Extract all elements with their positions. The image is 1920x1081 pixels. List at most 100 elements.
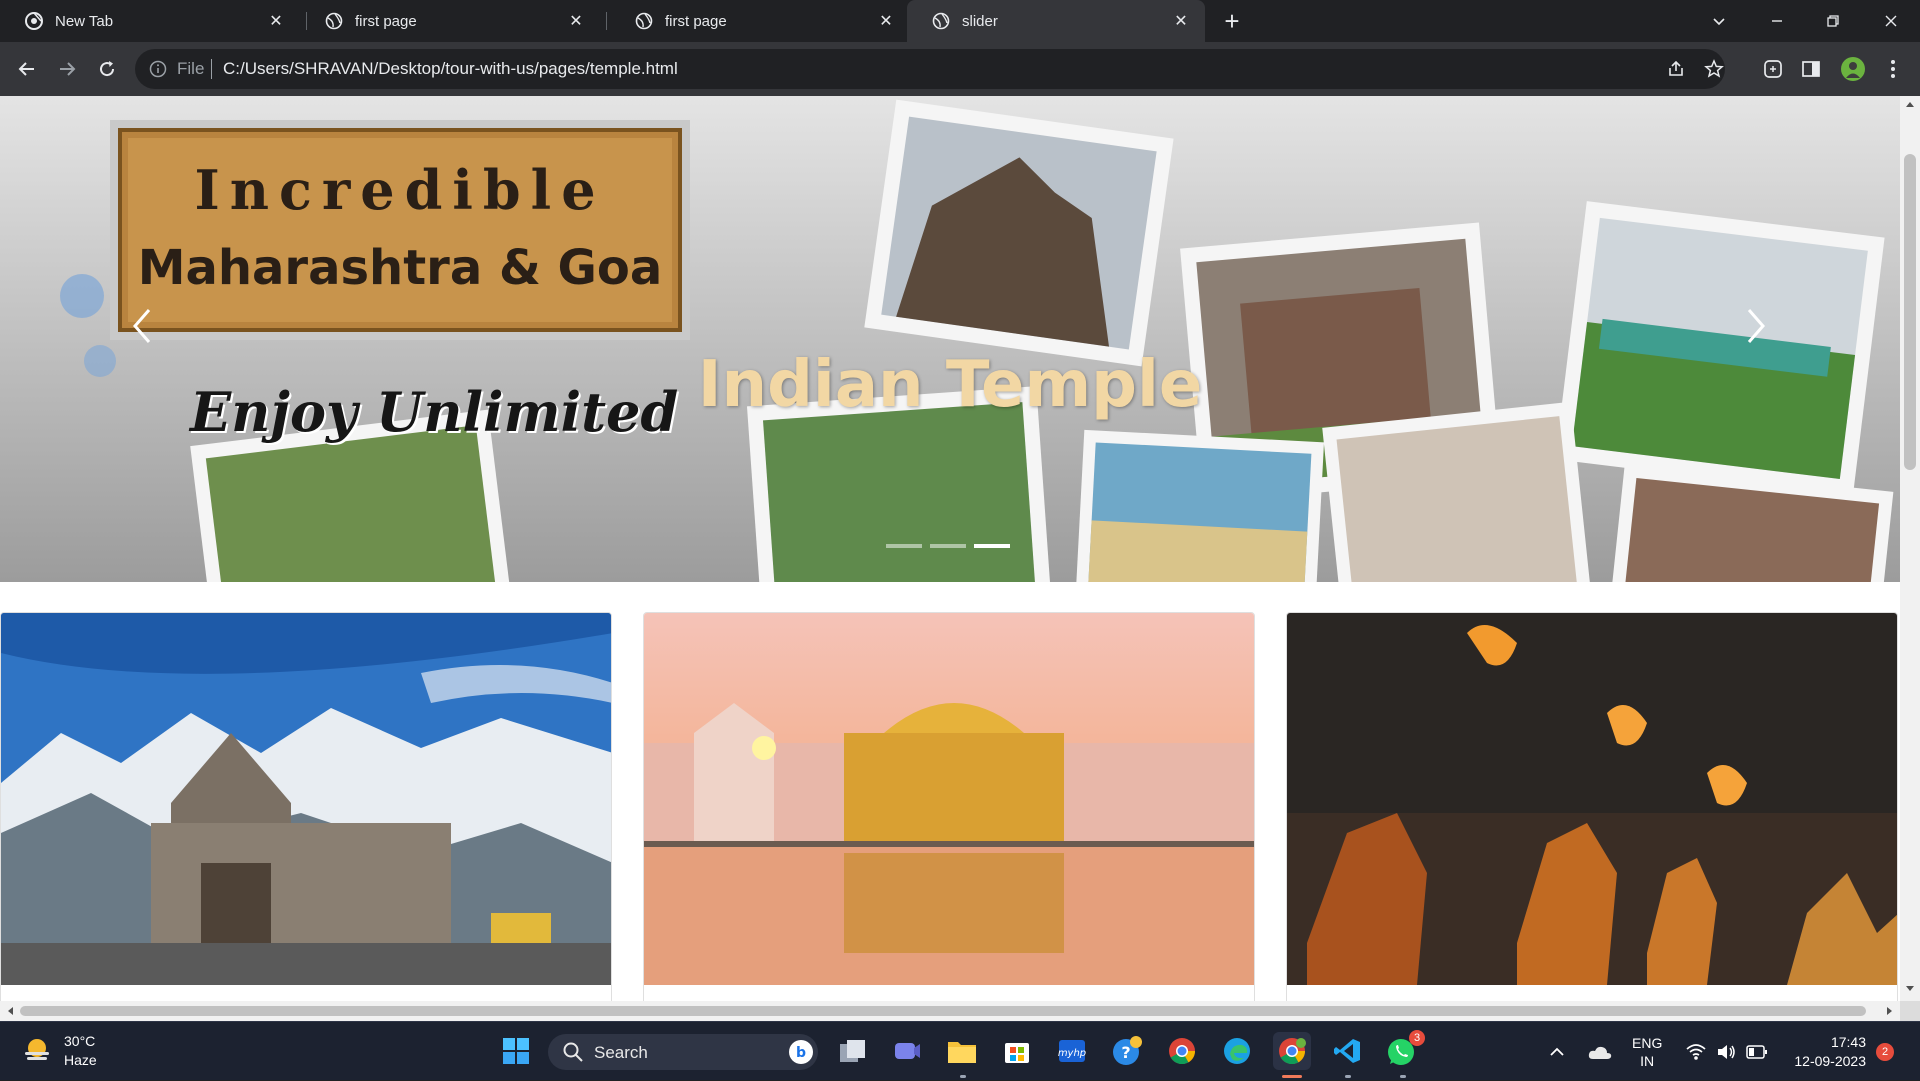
language-lang: ENG	[1632, 1034, 1663, 1051]
tab-first-page-2[interactable]: first page ✕	[610, 0, 910, 42]
chrome-taskbar-icon[interactable]	[1163, 1032, 1201, 1070]
language-indicator[interactable]: ENG IN	[1632, 1022, 1662, 1081]
omnibox-separator	[211, 59, 212, 79]
temple-card-ganga-aarti[interactable]	[1286, 612, 1898, 1012]
language-region: IN	[1640, 1052, 1655, 1069]
bing-icon[interactable]: b	[788, 1039, 814, 1065]
task-view-icon[interactable]	[834, 1032, 872, 1070]
onedrive-icon[interactable]	[1588, 1022, 1612, 1081]
temple-card-golden-temple[interactable]	[643, 612, 1255, 1012]
myhp-icon[interactable]: myhp	[1053, 1032, 1091, 1070]
tab-separator	[606, 12, 607, 30]
carousel: Incredible Maharashtra & Goa Enjoy Unlim…	[0, 96, 1900, 582]
address-bar[interactable]: File C:/Users/SHRAVAN/Desktop/tour-with-…	[135, 49, 1725, 89]
tab-label: first page	[355, 12, 417, 30]
carousel-indicator-3[interactable]	[974, 544, 1010, 548]
minimize-icon[interactable]	[1762, 6, 1792, 36]
globe-icon	[932, 12, 950, 30]
menu-kebab-icon[interactable]	[1878, 54, 1908, 84]
close-icon[interactable]: ✕	[266, 11, 286, 31]
slide-text-line2: Maharashtra & Goa	[137, 240, 663, 296]
carousel-indicator-2[interactable]	[930, 544, 966, 548]
tab-strip: New Tab ✕ first page ✕ first page ✕ slid…	[0, 0, 1920, 42]
clock[interactable]: 17:43 12-09-2023	[1784, 1022, 1866, 1081]
back-icon[interactable]	[12, 54, 42, 84]
whatsapp-badge: 3	[1409, 1030, 1425, 1046]
get-help-icon[interactable]: ?	[1108, 1032, 1146, 1070]
windows-taskbar: 30°C Haze Search b myhp ? 3 ENG IN 17:43…	[0, 1021, 1920, 1080]
close-icon[interactable]: ✕	[876, 11, 896, 31]
search-icon	[563, 1042, 583, 1062]
volume-icon[interactable]	[1716, 1022, 1736, 1081]
info-icon[interactable]	[149, 60, 167, 78]
temple-card-kedarnath[interactable]	[0, 612, 612, 1012]
svg-text:?: ?	[1121, 1043, 1130, 1062]
slide-text-line1: Incredible	[194, 158, 606, 222]
running-indicator	[960, 1075, 966, 1078]
carousel-indicators	[886, 544, 1010, 548]
close-icon[interactable]: ✕	[1171, 11, 1191, 31]
tab-search-icon[interactable]	[1704, 6, 1734, 36]
profile-avatar[interactable]	[1838, 54, 1868, 84]
scroll-right-icon[interactable]	[1882, 1001, 1898, 1021]
carousel-indicator-1[interactable]	[886, 544, 922, 548]
weather-temp: 30°C	[64, 1033, 96, 1049]
horizontal-scroll-thumb[interactable]	[20, 1006, 1866, 1016]
vertical-scroll-thumb[interactable]	[1904, 154, 1916, 470]
tab-slider[interactable]: slider ✕	[907, 0, 1205, 42]
tray-overflow-icon[interactable]	[1548, 1022, 1566, 1081]
vertical-scrollbar[interactable]	[1900, 96, 1920, 1001]
whatsapp-icon[interactable]: 3	[1383, 1030, 1425, 1070]
chevron-left-icon	[133, 309, 151, 343]
card-image	[1287, 613, 1897, 985]
tab-new-tab[interactable]: New Tab ✕	[0, 0, 300, 42]
card-image	[1, 613, 611, 985]
chrome-icon	[25, 12, 43, 30]
microsoft-store-icon[interactable]	[998, 1032, 1036, 1070]
tab-label: New Tab	[55, 12, 114, 30]
scroll-up-icon[interactable]	[1900, 96, 1920, 112]
running-indicator	[1282, 1075, 1302, 1078]
carousel-prev-button[interactable]	[112, 291, 172, 361]
weather-widget[interactable]: 30°C Haze	[22, 1032, 97, 1070]
battery-icon[interactable]	[1746, 1022, 1768, 1081]
svg-text:myhp: myhp	[1058, 1048, 1086, 1059]
side-panel-icon[interactable]	[1796, 54, 1826, 84]
card-image	[644, 613, 1254, 985]
notification-badge[interactable]: 2	[1876, 1043, 1894, 1061]
start-button[interactable]	[497, 1032, 535, 1070]
scroll-down-icon[interactable]	[1900, 981, 1920, 997]
carousel-caption: Indian Temple	[697, 348, 1203, 422]
url-text[interactable]: C:/Users/SHRAVAN/Desktop/tour-with-us/pa…	[223, 59, 678, 79]
new-tab-button[interactable]: +	[1218, 7, 1246, 35]
clock-time: 17:43	[1830, 1033, 1866, 1050]
share-icon[interactable]	[1665, 58, 1687, 80]
running-indicator	[1400, 1075, 1406, 1078]
globe-icon	[325, 12, 343, 30]
forward-icon[interactable]	[52, 54, 82, 84]
reload-icon[interactable]	[92, 54, 122, 84]
tab-first-page[interactable]: first page ✕	[300, 0, 600, 42]
globe-icon	[635, 12, 653, 30]
horizontal-scrollbar[interactable]	[0, 1001, 1900, 1021]
haze-sun-icon	[25, 1039, 49, 1060]
carousel-next-button[interactable]	[1726, 291, 1786, 361]
wifi-icon[interactable]	[1686, 1022, 1706, 1081]
window-close-icon[interactable]	[1876, 6, 1906, 36]
teams-chat-icon[interactable]	[888, 1032, 926, 1070]
edge-icon[interactable]	[1218, 1032, 1256, 1070]
file-explorer-icon[interactable]	[943, 1032, 981, 1070]
chrome-profile-taskbar-icon[interactable]	[1273, 1032, 1311, 1070]
page-viewport: Incredible Maharashtra & Goa Enjoy Unlim…	[0, 96, 1920, 1021]
temple-cards	[0, 612, 1900, 1012]
tab-label: first page	[665, 12, 727, 30]
tab-label: slider	[962, 12, 998, 30]
restore-icon[interactable]	[1818, 6, 1848, 36]
close-icon[interactable]: ✕	[566, 11, 586, 31]
vscode-icon[interactable]	[1328, 1032, 1366, 1070]
bookmark-star-icon[interactable]	[1703, 58, 1725, 80]
taskbar-search[interactable]: Search b	[548, 1034, 818, 1070]
scroll-left-icon[interactable]	[2, 1001, 18, 1021]
extensions-icon[interactable]	[1758, 54, 1788, 84]
scheme-label: File	[177, 59, 205, 78]
